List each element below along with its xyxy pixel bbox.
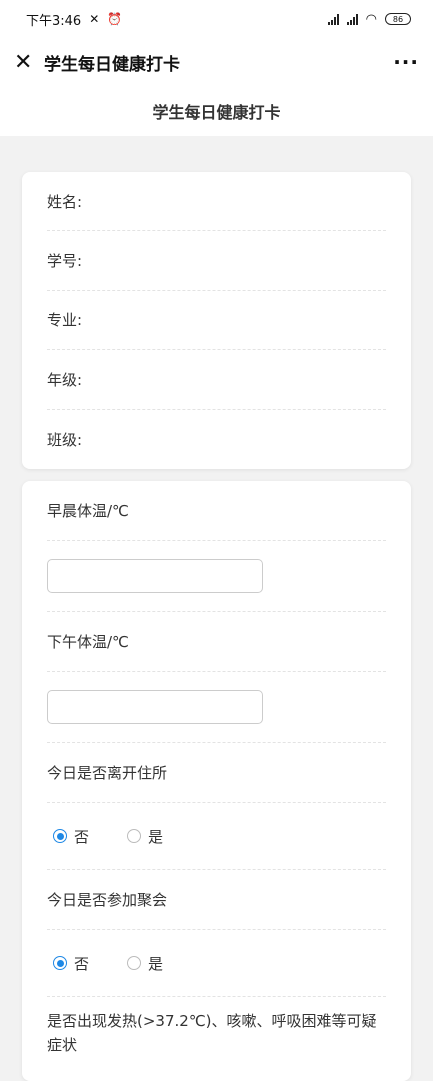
morning-temp-row [47, 541, 386, 612]
gathering-option-yes[interactable]: 是 [127, 953, 163, 974]
battery-icon: 86 [385, 13, 411, 25]
left-residence-label: 今日是否离开住所 [47, 743, 386, 803]
option-label: 否 [74, 954, 90, 973]
grade-field[interactable]: 年级: [47, 350, 386, 410]
morning-temp-label: 早晨体温/℃ [47, 481, 386, 541]
student-id-field[interactable]: 学号: [47, 231, 386, 291]
left-residence-radio-group: 否 是 [47, 803, 386, 870]
left-residence-option-no[interactable]: 否 [53, 826, 89, 847]
class-field[interactable]: 班级: [47, 410, 386, 469]
radio-checked-icon[interactable] [53, 829, 67, 843]
nav-bar: ✕ 学生每日健康打卡 ··· [0, 38, 433, 86]
name-field[interactable]: 姓名: [47, 172, 386, 232]
notification-muted-icon: ✕ [89, 12, 100, 26]
student-info-card: 姓名: 学号: 专业: 年级: 班级: [22, 172, 411, 469]
major-label: 专业: [47, 311, 83, 330]
afternoon-temp-row [47, 672, 386, 743]
symptoms-label: 是否出现发热(>37.2℃)、咳嗽、呼吸困难等可疑症状 [47, 1012, 377, 1054]
gathering-option-no[interactable]: 否 [53, 953, 89, 974]
radio-checked-icon[interactable] [53, 956, 67, 970]
left-residence-option-yes[interactable]: 是 [127, 826, 163, 847]
radio-unchecked-icon[interactable] [127, 956, 142, 970]
afternoon-temp-label: 下午体温/℃ [47, 612, 386, 672]
class-label: 班级: [47, 430, 83, 449]
major-field[interactable]: 专业: [47, 291, 386, 351]
close-icon[interactable]: ✕ [14, 50, 44, 75]
name-label: 姓名: [47, 192, 83, 211]
status-bar: 下午3:46 ✕ ⏰ ◠ 86 [0, 0, 433, 38]
student-id-label: 学号: [47, 252, 83, 271]
page-title: 学生每日健康打卡 [0, 86, 433, 136]
afternoon-temp-input[interactable] [47, 690, 263, 724]
status-time: 下午3:46 [26, 13, 82, 29]
grade-label: 年级: [47, 370, 83, 389]
option-label: 否 [74, 827, 90, 846]
gathering-radio-group: 否 是 [47, 930, 386, 997]
option-label: 是 [148, 827, 164, 846]
more-menu-button[interactable]: ··· [393, 50, 419, 74]
alarm-icon: ⏰ [107, 12, 123, 26]
option-label: 是 [148, 954, 164, 973]
signal-icon [327, 13, 339, 25]
morning-temp-input[interactable] [47, 559, 263, 593]
gathering-label: 今日是否参加聚会 [47, 870, 386, 930]
wifi-icon: ◠ [365, 11, 377, 27]
nav-title: 学生每日健康打卡 [44, 54, 180, 75]
health-form-card: 早晨体温/℃ 下午体温/℃ 今日是否离开住所 否 是 今日是否参加聚会 否 是 … [22, 481, 411, 1081]
radio-unchecked-icon[interactable] [127, 829, 142, 843]
signal-hd-icon [346, 13, 358, 25]
